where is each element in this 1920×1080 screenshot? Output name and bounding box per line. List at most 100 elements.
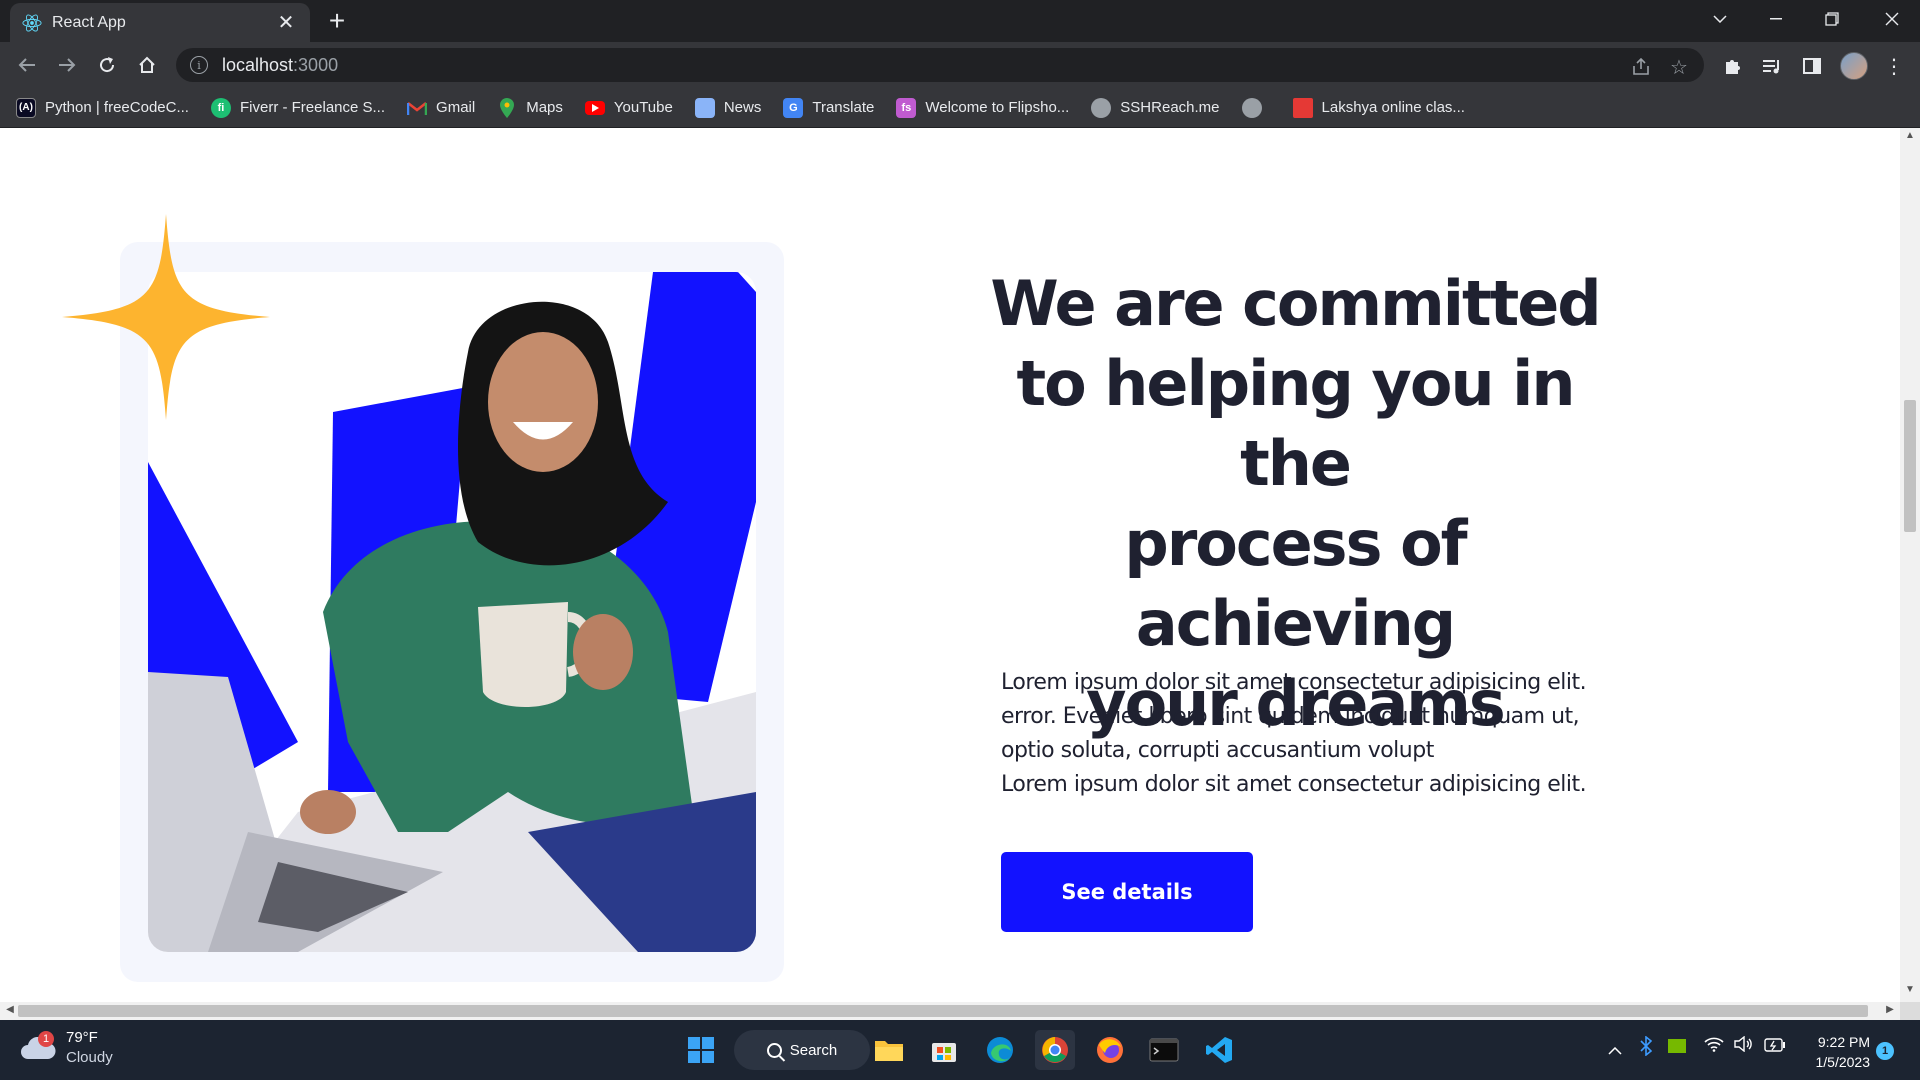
lakshya-icon [1292, 97, 1313, 118]
close-tab-icon[interactable]: ✕ [274, 10, 298, 35]
flipshop-icon: fs [896, 97, 917, 118]
browser-tab-strip: React App ✕ + [0, 0, 1920, 42]
bookmark-untitled[interactable] [1241, 97, 1271, 118]
windows-start-icon[interactable] [681, 1030, 721, 1070]
fiverr-icon: fi [210, 97, 231, 118]
bookmark-label: SSHReach.me [1120, 99, 1220, 116]
weather-widget[interactable]: 1 79°F Cloudy [20, 1028, 113, 1068]
scroll-down-arrow-icon[interactable]: ▼ [1900, 984, 1920, 1000]
bookmark-label: Welcome to Flipsho... [925, 99, 1070, 116]
sparkle-star-icon [62, 214, 270, 420]
scroll-right-arrow-icon[interactable]: ▶ [1882, 1004, 1898, 1018]
page-viewport: We are committed to helping you in the p… [0, 128, 1900, 1002]
scroll-left-arrow-icon[interactable]: ◀ [2, 1004, 18, 1018]
media-queue-icon[interactable] [1758, 54, 1786, 78]
paragraph-line: optio soluta, corrupti accusantium volup… [1001, 738, 1434, 763]
taskbar-clock[interactable]: 9:22 PM 1/5/2023 [1800, 1032, 1871, 1072]
browser-toolbar: i localhost:3000 ☆ ⋮ [0, 42, 1920, 88]
profile-avatar[interactable] [1840, 52, 1868, 80]
vscode-icon[interactable] [1199, 1030, 1239, 1070]
bookmark-label: Fiverr - Freelance S... [239, 99, 386, 116]
edge-browser-icon[interactable] [980, 1030, 1020, 1070]
file-explorer-icon[interactable] [869, 1030, 909, 1070]
browser-menu-icon[interactable]: ⋮ [1880, 54, 1908, 78]
horizontal-scroll-thumb[interactable] [18, 1005, 1868, 1017]
maps-icon [497, 97, 517, 118]
restore-window-button[interactable] [1804, 0, 1860, 38]
show-hidden-icons-chevron-icon[interactable] [1608, 1040, 1622, 1060]
youtube-icon [584, 100, 605, 115]
reload-button[interactable] [92, 50, 122, 80]
bookmark-lakshya[interactable]: Lakshya online clas... [1292, 97, 1465, 118]
share-icon[interactable] [1628, 54, 1654, 80]
heading-line: We are committed [990, 267, 1601, 340]
nvidia-icon[interactable] [1668, 1038, 1686, 1058]
react-logo-icon [22, 13, 42, 33]
url-text: localhost:3000 [222, 54, 339, 75]
bookmarks-bar: (A) Python | freeCodeC... fi Fiverr - Fr… [0, 88, 1920, 128]
see-details-button[interactable]: See details [1001, 852, 1253, 932]
clock-date: 1/5/2023 [1815, 1054, 1871, 1070]
back-button[interactable] [12, 50, 42, 80]
close-window-button[interactable] [1864, 0, 1920, 38]
address-bar[interactable]: i localhost:3000 ☆ [176, 48, 1704, 82]
wifi-icon[interactable] [1704, 1036, 1724, 1057]
weather-badge: 1 [38, 1031, 54, 1047]
microsoft-store-icon[interactable] [924, 1030, 964, 1070]
volume-icon[interactable] [1734, 1035, 1754, 1057]
translate-icon: G [783, 97, 804, 118]
heading-line: to helping you in the [1016, 347, 1575, 500]
weather-desc: Cloudy [66, 1049, 113, 1066]
weather-temp: 79°F [66, 1029, 98, 1046]
horizontal-scrollbar[interactable]: ◀ ▶ [0, 1002, 1900, 1020]
freecodecamp-icon: (A) [16, 97, 36, 118]
bluetooth-icon[interactable] [1640, 1035, 1653, 1061]
forward-button[interactable] [52, 50, 82, 80]
clock-time: 9:22 PM [1817, 1034, 1870, 1050]
gmail-icon [407, 98, 428, 118]
home-button[interactable] [132, 50, 162, 80]
chrome-browser-icon[interactable] [1035, 1030, 1075, 1070]
bookmark-label: News [723, 99, 762, 116]
bookmark-news[interactable]: News [694, 97, 762, 118]
windows-taskbar: 1 79°F Cloudy Search 9:22 PM 1/5/2023 1 [0, 1020, 1920, 1080]
extensions-puzzle-icon[interactable] [1718, 54, 1746, 78]
cloud-icon: 1 [20, 1031, 56, 1061]
bookmark-translate[interactable]: G Translate [783, 97, 875, 118]
bookmark-label: Python | freeCodeC... [45, 99, 189, 116]
notification-badge[interactable]: 1 [1876, 1042, 1894, 1060]
scroll-up-arrow-icon[interactable]: ▲ [1900, 130, 1920, 146]
bookmark-fiverr[interactable]: fi Fiverr - Freelance S... [210, 97, 386, 118]
vertical-scrollbar[interactable]: ▲ ▼ [1900, 128, 1920, 1002]
bookmark-star-icon[interactable]: ☆ [1666, 54, 1692, 80]
taskbar-search-label: Search [789, 1041, 838, 1059]
hero-paragraph: Lorem ipsum dolor sit amet consectetur a… [1001, 666, 1621, 802]
bookmark-youtube[interactable]: YouTube [584, 99, 673, 116]
bookmark-label: Translate [812, 99, 875, 116]
globe-icon [1091, 97, 1112, 118]
tab-search-chevron-icon[interactable] [1692, 0, 1748, 38]
bookmark-label: Lakshya online clas... [1321, 99, 1465, 116]
taskbar-search[interactable]: Search [734, 1030, 870, 1070]
battery-icon[interactable] [1764, 1037, 1786, 1057]
vertical-scroll-thumb[interactable] [1904, 400, 1916, 532]
scrollbar-corner [1900, 1002, 1920, 1020]
tab-title: React App [52, 13, 126, 31]
paragraph-line: Lorem ipsum dolor sit amet consectetur a… [1001, 670, 1587, 695]
tab-react-app[interactable]: React App ✕ [10, 3, 310, 42]
terminal-icon[interactable] [1144, 1030, 1184, 1070]
side-panel-icon[interactable] [1798, 54, 1826, 78]
new-tab-button[interactable]: + [322, 7, 352, 37]
firefox-browser-icon[interactable] [1090, 1030, 1130, 1070]
bookmark-maps[interactable]: Maps [497, 97, 563, 118]
bookmark-sshreach[interactable]: SSHReach.me [1091, 97, 1220, 118]
bookmark-flipshop[interactable]: fs Welcome to Flipsho... [896, 97, 1070, 118]
bookmark-gmail[interactable]: Gmail [407, 98, 475, 118]
bookmark-label: Maps [526, 99, 563, 116]
site-info-icon[interactable]: i [190, 56, 208, 74]
minimize-window-button[interactable] [1748, 0, 1804, 38]
search-icon [766, 1042, 782, 1058]
bookmark-freecodecamp[interactable]: (A) Python | freeCodeC... [16, 97, 189, 118]
news-icon [694, 97, 715, 118]
paragraph-line: error. Eveniet libero sint quidem incidu… [1001, 704, 1580, 729]
